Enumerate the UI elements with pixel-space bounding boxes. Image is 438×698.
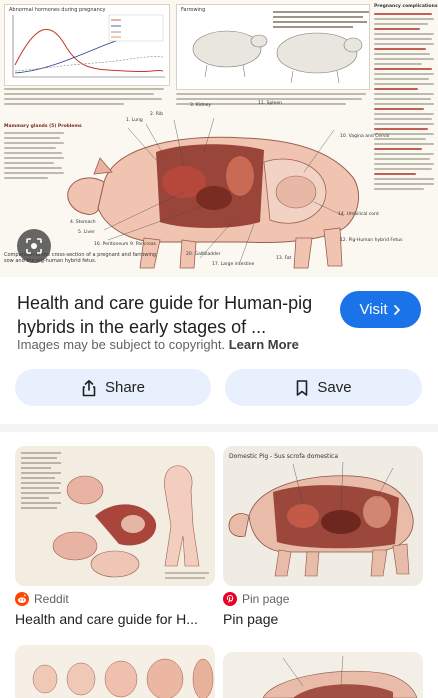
- pinterest-thumb-illustration: Domestic Pig - Sus scrofa domestica: [223, 446, 423, 586]
- related-title-reddit[interactable]: Health and care guide for H...: [15, 611, 215, 627]
- pig-anatomy-thumb: [223, 652, 423, 698]
- hormone-chart-title: Abnormal hormones during pregnancy: [9, 7, 106, 13]
- lens-icon: [26, 238, 42, 254]
- related-source-reddit: Reddit: [15, 592, 69, 606]
- farrowing-sketch: [192, 11, 369, 84]
- visit-label: Visit: [359, 301, 388, 318]
- result-image[interactable]: Abnormal hormones during pregnancy Farro…: [0, 0, 438, 277]
- related-card-reddit[interactable]: Reddit Health and care guide for H...: [15, 446, 215, 631]
- share-label: Share: [104, 379, 146, 396]
- label-spleen: 11. Spleen: [258, 101, 282, 106]
- label-stomach: 4. Stomach: [70, 220, 96, 225]
- related-source-label: Reddit: [34, 592, 69, 606]
- chart-caption-lines: [4, 88, 170, 108]
- related-thumb-4: [223, 652, 423, 698]
- mammary-title: Mammary glands (5) Problems: [4, 124, 82, 129]
- hormone-chart-plot: [12, 14, 165, 78]
- label-hybrid-fetus: 12. Pig-Human hybrid Fetus: [340, 238, 403, 243]
- label-liver: 5. Liver: [78, 230, 95, 235]
- label-pancreas: 9. Pancreas: [130, 242, 156, 247]
- pinterest-thumb-title: Domestic Pig - Sus scrofa domestica: [229, 453, 338, 460]
- share-icon: [82, 379, 96, 396]
- hormone-chart: Abnormal hormones during pregnancy: [4, 4, 170, 86]
- lens-search-button[interactable]: [17, 229, 51, 263]
- label-umbilical-cord: 14. Umbilical cord: [338, 212, 379, 217]
- save-button[interactable]: Save: [225, 369, 422, 406]
- learn-more-link[interactable]: Learn More: [229, 337, 299, 352]
- related-source-pinterest: Pin page: [223, 592, 289, 606]
- related-thumb-pinterest: Domestic Pig - Sus scrofa domestica: [223, 446, 423, 586]
- label-kidney: 3. Kidney: [190, 103, 212, 108]
- save-label: Save: [317, 379, 352, 396]
- related-card-4[interactable]: [223, 652, 423, 698]
- complications-title: Pregnancy complications: [374, 4, 438, 9]
- related-thumb-reddit: [15, 446, 215, 586]
- label-peritoneum: 16. Peritoneum: [94, 242, 129, 247]
- share-button[interactable]: Share: [15, 369, 211, 406]
- section-divider: [0, 424, 438, 432]
- copyright-text: Images may be subject to copyright.: [17, 337, 226, 352]
- reddit-logo-icon: [15, 592, 29, 606]
- related-source-label: Pin page: [242, 592, 290, 606]
- visit-button[interactable]: Visit: [340, 291, 421, 328]
- label-rib: 2. Rib: [150, 112, 163, 117]
- label-large-intestine: 17. Large intestine: [212, 262, 255, 267]
- bookmark-icon: [297, 379, 308, 396]
- farrowing-panel: Farrowing: [176, 4, 370, 90]
- result-title[interactable]: Health and care guide for Human-pig hybr…: [17, 291, 327, 339]
- label-fat: 13. Fat: [276, 256, 292, 261]
- related-card-pinterest[interactable]: Domestic Pig - Sus scrofa domestica Pin …: [223, 446, 423, 631]
- related-title-pinterest[interactable]: Pin page: [223, 611, 423, 627]
- fetus-stages-illustration: [15, 645, 215, 698]
- reddit-thumb-illustration: [15, 446, 215, 586]
- farrowing-title: Farrowing: [181, 7, 206, 13]
- label-lung: 1. Lung: [126, 118, 143, 123]
- copyright-notice: Images may be subject to copyright. Lear…: [17, 337, 299, 352]
- label-vagina: 10. Vagina and Cervix: [340, 134, 390, 139]
- pig-anatomy-illustration: [67, 117, 360, 269]
- label-gallbladder: 20. Gallbladder: [186, 252, 221, 257]
- chevron-right-icon: [393, 304, 400, 315]
- related-thumb-3: [15, 645, 215, 698]
- pinterest-logo-icon: [223, 592, 237, 606]
- related-card-3[interactable]: [15, 645, 215, 698]
